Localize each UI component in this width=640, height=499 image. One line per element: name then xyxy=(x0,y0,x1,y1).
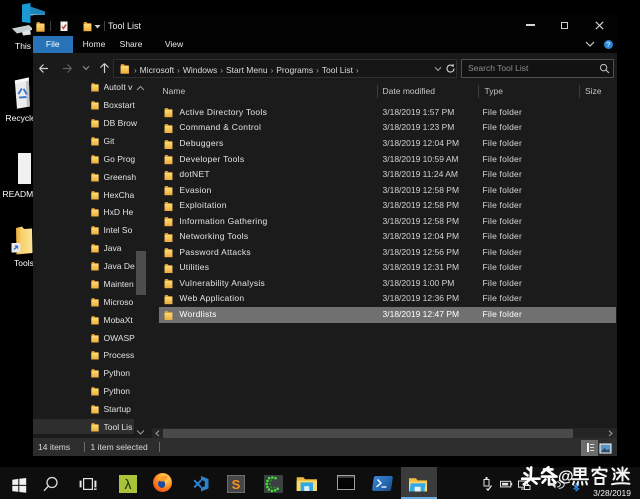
svg-text:@: @ xyxy=(558,469,574,486)
